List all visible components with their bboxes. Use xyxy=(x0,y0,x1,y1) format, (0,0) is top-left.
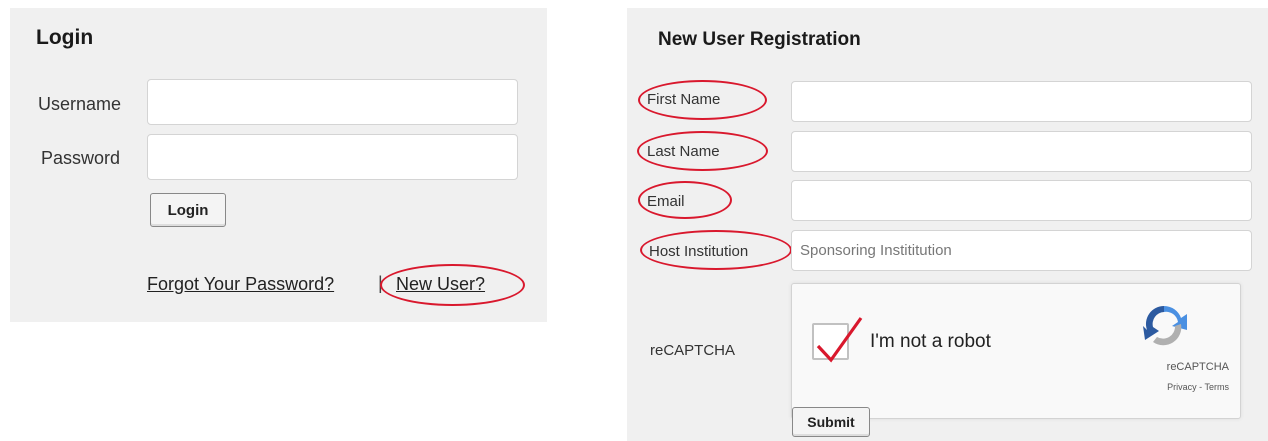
registration-title: New User Registration xyxy=(658,29,861,50)
registration-panel: New User Registration First Name Last Na… xyxy=(627,8,1268,441)
last-name-label: Last Name xyxy=(647,143,720,160)
submit-button[interactable]: Submit xyxy=(792,407,870,437)
captcha-brand: reCAPTCHA xyxy=(1166,361,1229,373)
captcha-privacy-terms-link[interactable]: Privacy - Terms xyxy=(792,382,1235,392)
recaptcha-logo-icon xyxy=(1143,305,1187,346)
login-button[interactable]: Login xyxy=(150,193,226,227)
email-input[interactable] xyxy=(791,180,1252,221)
last-name-input[interactable] xyxy=(791,131,1252,172)
login-panel: Login Username Password Login Forgot You… xyxy=(10,8,547,322)
host-institution-label: Host Institution xyxy=(649,243,749,260)
first-name-label: First Name xyxy=(647,91,721,108)
email-label: Email xyxy=(647,193,685,210)
username-label: Username xyxy=(38,94,122,114)
password-input[interactable] xyxy=(147,134,518,180)
captcha-text: I'm not a robot xyxy=(870,331,991,352)
captcha-checkbox[interactable] xyxy=(812,317,863,363)
first-name-input[interactable] xyxy=(791,81,1252,122)
password-label: Password xyxy=(41,148,121,168)
recaptcha-widget: I'm not a robot reCAPTCHA Privacy - Term… xyxy=(791,283,1241,419)
new-user-link[interactable]: New User? xyxy=(396,274,485,295)
link-separator: | xyxy=(378,273,383,293)
recaptcha-label: reCAPTCHA xyxy=(650,342,736,359)
host-institution-input[interactable] xyxy=(791,230,1252,271)
login-title: Login xyxy=(36,26,94,49)
forgot-password-link[interactable]: Forgot Your Password? xyxy=(147,274,334,295)
username-input[interactable] xyxy=(147,79,518,125)
checkmark-icon xyxy=(816,317,863,363)
